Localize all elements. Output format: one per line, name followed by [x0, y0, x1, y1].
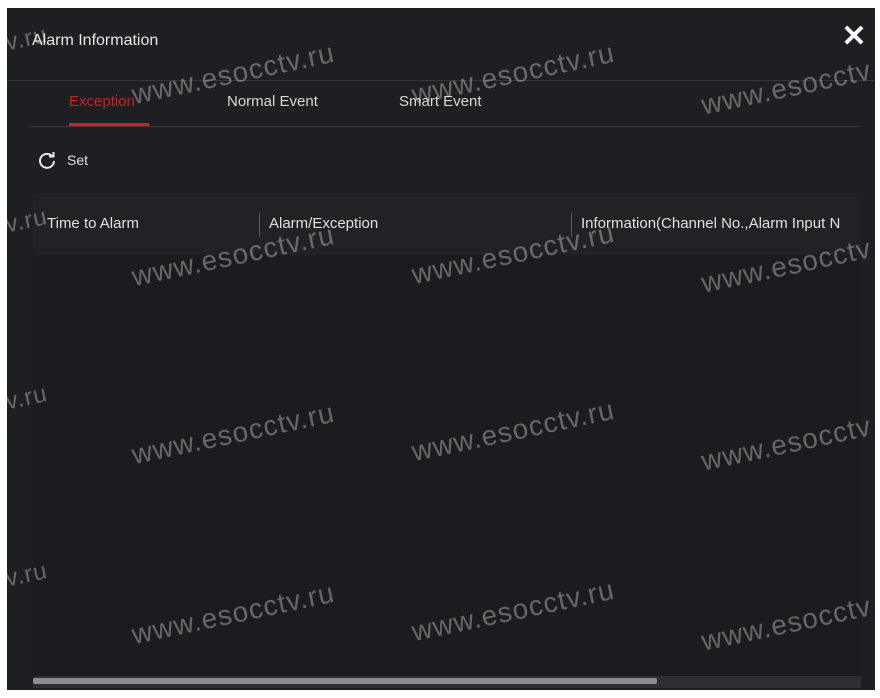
alarm-table: Time to Alarm Alarm/Exception Informatio… — [33, 193, 861, 688]
column-separator[interactable] — [571, 213, 572, 237]
column-header-time[interactable]: Time to Alarm — [47, 215, 139, 232]
alarm-information-dialog: Alarm Information ✕ Exception Normal Eve… — [7, 8, 875, 690]
active-tab-indicator — [69, 123, 149, 126]
horizontal-scrollbar-thumb[interactable] — [33, 678, 657, 684]
title-divider — [7, 80, 875, 81]
close-icon[interactable]: ✕ — [839, 22, 869, 52]
title-bar: Alarm Information ✕ — [7, 8, 875, 80]
column-header-alarm-exception[interactable]: Alarm/Exception — [269, 215, 378, 232]
dialog-title: Alarm Information — [32, 32, 159, 49]
set-button[interactable]: Set — [37, 148, 88, 172]
tab-normal-event[interactable]: Normal Event — [227, 93, 318, 110]
set-label: Set — [67, 152, 89, 168]
tab-bar: Exception Normal Event Smart Event — [29, 90, 861, 127]
tab-exception[interactable]: Exception — [69, 93, 135, 110]
table-body — [33, 255, 861, 675]
table-header: Time to Alarm Alarm/Exception Informatio… — [33, 193, 861, 255]
refresh-icon — [39, 152, 55, 169]
column-separator[interactable] — [259, 213, 260, 237]
column-header-information[interactable]: Information(Channel No.,Alarm Input N — [581, 215, 840, 232]
tab-smart-event[interactable]: Smart Event — [399, 93, 482, 110]
